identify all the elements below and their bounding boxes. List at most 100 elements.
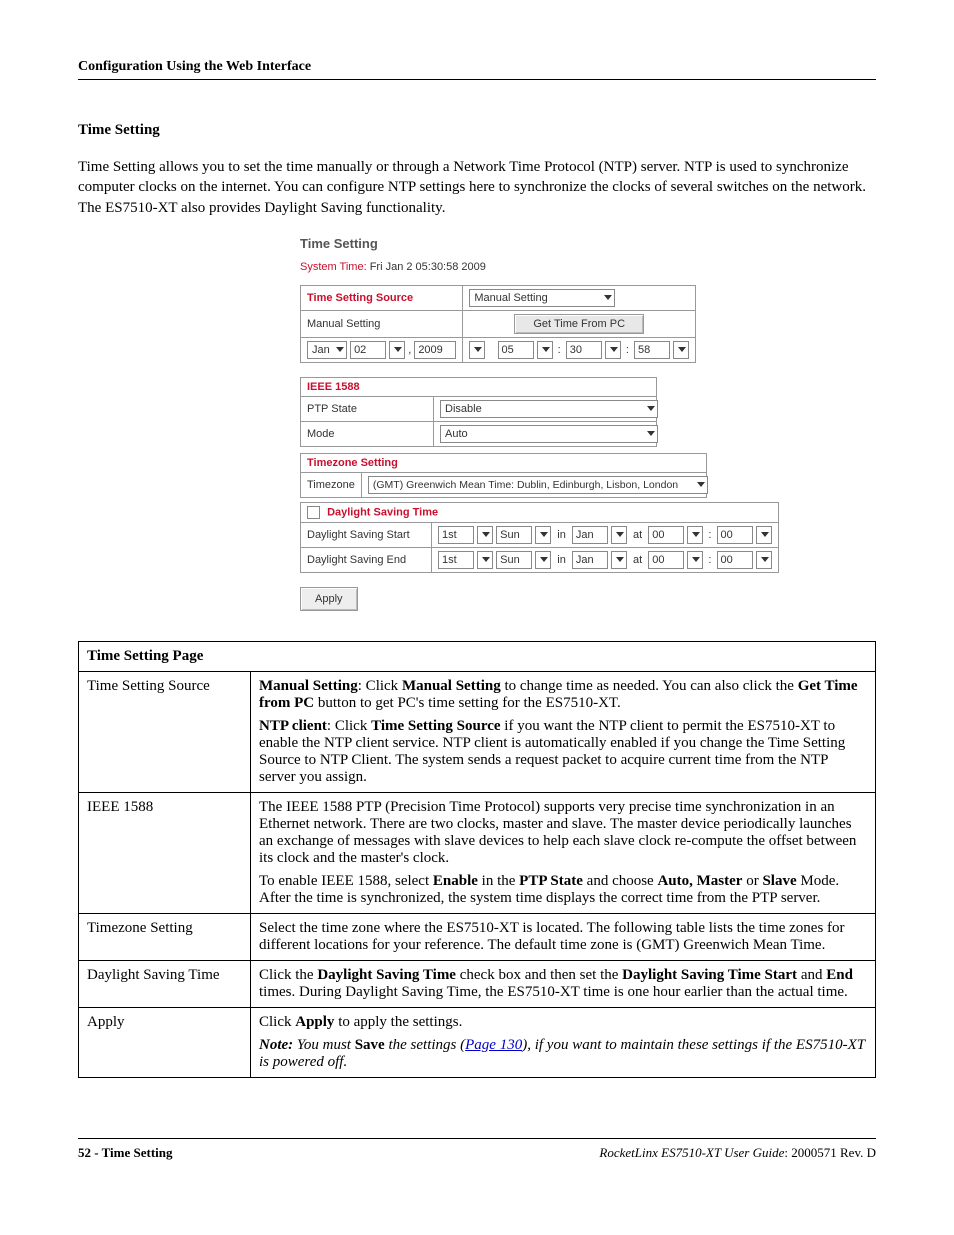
mode-select[interactable]: Auto — [440, 425, 658, 443]
system-time-label: System Time: — [300, 261, 367, 273]
dst-end-ord-arrow[interactable] — [477, 551, 493, 569]
timezone-header: Timezone Setting — [307, 457, 398, 469]
day-input[interactable]: 02 — [350, 341, 386, 359]
dst-start-day[interactable]: Sun — [496, 526, 532, 544]
time-setting-panel: Time Setting System Time: Fri Jan 2 05:3… — [300, 236, 876, 611]
system-time-value: Fri Jan 2 05:30:58 2009 — [370, 261, 486, 273]
time-source-value: Manual Setting — [474, 292, 604, 304]
dst-start-month[interactable]: Jan — [572, 526, 608, 544]
dst-end-mm-arrow[interactable] — [756, 551, 772, 569]
timezone-select[interactable]: (GMT) Greenwich Mean Time: Dublin, Edinb… — [368, 476, 708, 494]
description-table: Time Setting Page Time Setting Source Ma… — [78, 641, 876, 1078]
year-select-arrow[interactable] — [469, 341, 485, 359]
dst-start-day-arrow[interactable] — [535, 526, 551, 544]
ptp-state-select[interactable]: Disable — [440, 400, 658, 418]
hour-input[interactable]: 05 — [498, 341, 534, 359]
chevron-down-icon — [647, 431, 655, 436]
minute-select-arrow[interactable] — [605, 341, 621, 359]
section-heading: Time Setting — [78, 122, 876, 139]
chevron-down-icon — [647, 406, 655, 411]
row4-label: Daylight Saving Time — [79, 960, 251, 1007]
system-time-row: System Time: Fri Jan 2 05:30:58 2009 — [300, 261, 876, 273]
dst-end-day-arrow[interactable] — [535, 551, 551, 569]
dst-start-hh-arrow[interactable] — [687, 526, 703, 544]
dst-start-label: Daylight Saving Start — [307, 529, 410, 541]
dst-start-mm-arrow[interactable] — [756, 526, 772, 544]
month-select[interactable]: Jan — [307, 341, 347, 359]
date-comma: , — [408, 344, 411, 356]
dst-header: Daylight Saving Time — [327, 506, 438, 518]
dst-end-ord[interactable]: 1st — [438, 551, 474, 569]
chevron-down-icon — [482, 532, 490, 537]
row3-label: Timezone Setting — [79, 913, 251, 960]
panel-title: Time Setting — [300, 236, 876, 251]
dst-end-in: in — [554, 554, 569, 566]
dst-start-hh[interactable]: 00 — [648, 526, 684, 544]
second-input[interactable]: 58 — [634, 341, 670, 359]
page-130-link[interactable]: Page 130 — [465, 1037, 522, 1053]
chevron-down-icon — [761, 557, 769, 562]
chevron-down-icon — [540, 532, 548, 537]
dst-table: Daylight Saving Time Daylight Saving Sta… — [300, 502, 779, 573]
running-header-text: Configuration Using the Web Interface — [78, 59, 311, 74]
row2-label: IEEE 1588 — [79, 792, 251, 913]
time-source-select[interactable]: Manual Setting — [469, 289, 615, 307]
src-label: Time Setting Source — [307, 292, 413, 304]
dst-start-mm[interactable]: 00 — [717, 526, 753, 544]
row5-label: Apply — [79, 1007, 251, 1077]
dst-start-month-arrow[interactable] — [611, 526, 627, 544]
ptp-state-label: PTP State — [307, 403, 357, 415]
day-select-arrow[interactable] — [389, 341, 405, 359]
dst-end-month[interactable]: Jan — [572, 551, 608, 569]
mode-label: Mode — [307, 428, 335, 440]
dst-end-day[interactable]: Sun — [496, 551, 532, 569]
chevron-down-icon — [692, 532, 700, 537]
chevron-down-icon — [540, 557, 548, 562]
page-footer: 52 - Time Setting RocketLinx ES7510-XT U… — [78, 1138, 876, 1161]
dst-end-hh-arrow[interactable] — [687, 551, 703, 569]
chevron-down-icon — [697, 482, 705, 487]
chevron-down-icon — [678, 347, 686, 352]
chevron-down-icon — [474, 347, 482, 352]
row1-content: Manual Setting: Click Manual Setting to … — [251, 671, 876, 792]
timezone-label: Timezone — [307, 479, 355, 491]
dst-start-ord[interactable]: 1st — [438, 526, 474, 544]
intro-paragraph: Time Setting allows you to set the time … — [78, 157, 876, 218]
chevron-down-icon — [336, 347, 344, 352]
get-time-from-pc-button[interactable]: Get Time From PC — [514, 314, 644, 334]
row1-label: Time Setting Source — [79, 671, 251, 792]
hour-select-arrow[interactable] — [537, 341, 553, 359]
chevron-down-icon — [616, 532, 624, 537]
dst-checkbox[interactable] — [307, 506, 320, 519]
dst-end-label: Daylight Saving End — [307, 554, 406, 566]
row5-content: Click Apply to apply the settings. Note:… — [251, 1007, 876, 1077]
dst-end-at: at — [630, 554, 645, 566]
chevron-down-icon — [604, 295, 612, 300]
desc-table-header: Time Setting Page — [79, 641, 876, 671]
footer-left: 52 - Time Setting — [78, 1145, 173, 1161]
timezone-table: Timezone Setting Timezone (GMT) Greenwic… — [300, 453, 707, 498]
dst-end-month-arrow[interactable] — [611, 551, 627, 569]
running-header: Configuration Using the Web Interface — [78, 58, 876, 80]
year-input[interactable]: 2009 — [414, 341, 456, 359]
chevron-down-icon — [610, 347, 618, 352]
apply-button[interactable]: Apply — [300, 587, 358, 611]
row3-content: Select the time zone where the ES7510-XT… — [251, 913, 876, 960]
dst-start-at: at — [630, 529, 645, 541]
colon-2: : — [624, 344, 631, 356]
chevron-down-icon — [482, 557, 490, 562]
minute-input[interactable]: 30 — [566, 341, 602, 359]
dst-end-mm[interactable]: 00 — [717, 551, 753, 569]
chevron-down-icon — [542, 347, 550, 352]
row4-content: Click the Daylight Saving Time check box… — [251, 960, 876, 1007]
colon-1: : — [556, 344, 563, 356]
ieee1588-header: IEEE 1588 — [307, 381, 360, 393]
manual-setting-label: Manual Setting — [307, 318, 380, 330]
chevron-down-icon — [761, 532, 769, 537]
dst-start-ord-arrow[interactable] — [477, 526, 493, 544]
second-select-arrow[interactable] — [673, 341, 689, 359]
chevron-down-icon — [692, 557, 700, 562]
dst-end-hh[interactable]: 00 — [648, 551, 684, 569]
chevron-down-icon — [616, 557, 624, 562]
footer-right: RocketLinx ES7510-XT User Guide: 2000571… — [599, 1145, 876, 1161]
